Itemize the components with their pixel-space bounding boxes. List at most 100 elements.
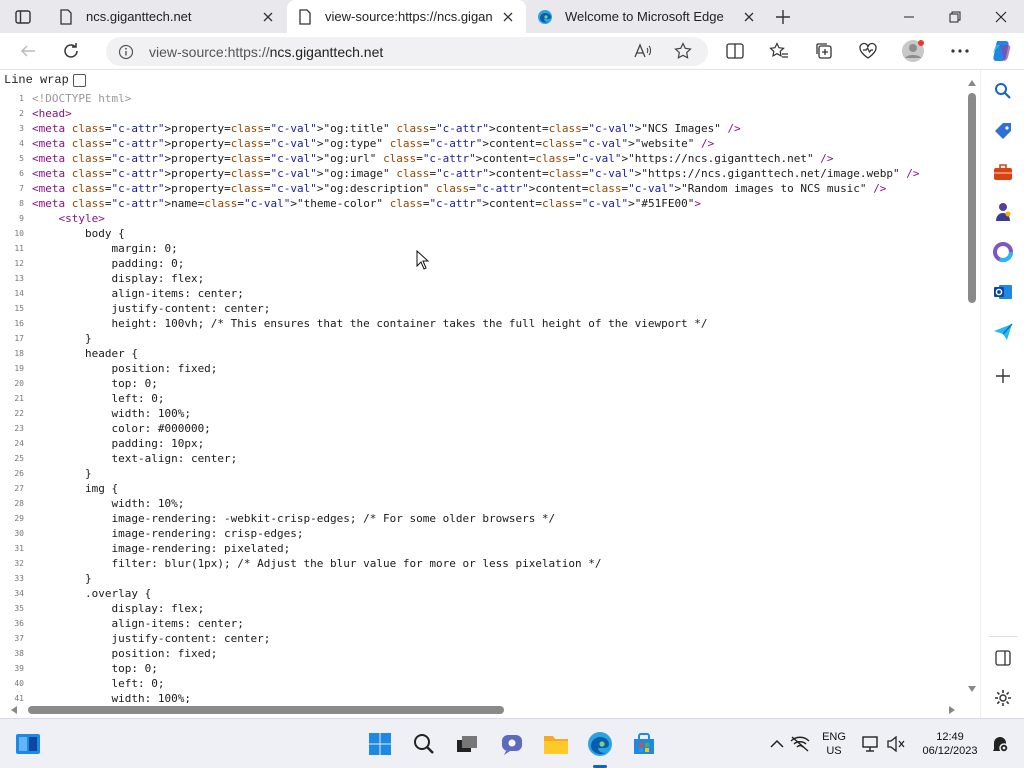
search-icon[interactable] [991,79,1015,103]
task-view-icon[interactable] [453,730,481,758]
tab-ncs[interactable]: ncs.giganttech.net [48,0,286,33]
widgets-icon[interactable] [14,730,42,758]
source-line: 16 height: 100vh; /* This ensures that t… [0,316,964,331]
source-line: 29 image-rendering: -webkit-crisp-edges;… [0,511,964,526]
back-button[interactable] [15,38,41,64]
send-icon[interactable] [991,320,1015,344]
input-language[interactable]: ENG US [818,730,850,758]
browser-essentials-icon[interactable] [855,38,881,64]
horizontal-scroll-thumb[interactable] [28,706,504,714]
view-source-content: Line wrap 1 <!DOCTYPE html> 2 <head> 3 <meta … [0,70,980,718]
line-number: 19 [14,364,24,373]
scroll-up-icon[interactable] [966,77,978,89]
windows-start-icon[interactable] [366,730,394,758]
collections-icon[interactable] [811,38,837,64]
address-bar[interactable]: view-source:https://ncs.giganttech.net [106,37,708,66]
close-icon[interactable] [500,9,516,25]
source-line: 2 <head> [0,106,964,121]
line-code: image-rendering: crisp-edges; [32,527,304,540]
line-code: left: 0; [32,392,165,405]
minimize-button[interactable] [886,0,932,33]
favorite-star-icon[interactable] [670,38,696,64]
line-code: align-items: center; [32,617,244,630]
favorites-icon[interactable] [766,38,792,64]
vertical-scroll-thumb[interactable] [968,93,976,303]
line-code: body { [32,227,125,240]
edge-icon [537,9,553,25]
microsoft-365-icon[interactable] [991,240,1015,264]
teams-chat-icon[interactable] [498,730,526,758]
copilot-icon[interactable] [989,38,1015,64]
line-number: 27 [14,484,24,493]
profile-avatar[interactable] [900,38,926,64]
hide-sidebar-icon[interactable] [991,646,1015,670]
line-number: 4 [19,139,24,148]
line-code: left: 0; [32,677,165,690]
source-line: 24 padding: 10px; [0,436,964,451]
source-line: 25 text-align: center; [0,451,964,466]
line-code: <meta class="c-attr">property=class="c-v… [32,137,715,150]
new-tab-button[interactable] [772,6,794,28]
restore-button[interactable] [932,0,978,33]
scroll-left-icon[interactable] [8,704,20,716]
outlook-icon[interactable] [991,280,1015,304]
scroll-down-icon[interactable] [966,683,978,695]
close-icon[interactable] [741,9,757,25]
edge-browser-icon[interactable] [586,730,614,758]
line-number: 22 [14,409,24,418]
source-line: 7 <meta class="c-attr">property=class="c-… [0,181,964,196]
line-code: text-align: center; [32,452,238,465]
line-code: color: #000000; [32,422,211,435]
tab-view-source[interactable]: view-source:https://ncs.giganttech.net [287,0,526,33]
games-icon[interactable] [991,200,1015,224]
source-code: 1 <!DOCTYPE html> 2 <head> 3 <meta class="c-a… [0,91,964,703]
line-wrap-checkbox[interactable] [72,73,86,87]
close-icon[interactable] [260,9,276,25]
line-number: 23 [14,424,24,433]
line-code: .overlay { [32,587,152,600]
search-icon[interactable] [410,730,438,758]
vertical-scrollbar[interactable] [964,77,980,705]
line-code: top: 0; [32,662,158,675]
line-code: img { [32,482,119,495]
line-code: padding: 0; [32,257,185,270]
line-code: <meta class="c-attr">property=class="c-v… [32,182,887,195]
line-number: 36 [14,619,24,628]
tools-icon[interactable] [991,160,1015,184]
shopping-tag-icon[interactable] [991,120,1015,144]
source-line: 21 left: 0; [0,391,964,406]
microsoft-store-icon[interactable] [630,730,658,758]
scroll-right-icon[interactable] [946,704,958,716]
source-line: 13 display: flex; [0,271,964,286]
clock-time: 12:49 [936,731,964,743]
address-toolbar: view-source:https://ncs.giganttech.net [0,33,1024,70]
refresh-button[interactable] [58,38,84,64]
split-screen-icon[interactable] [722,38,748,64]
line-number: 1 [19,94,24,103]
line-number: 25 [14,454,24,463]
tab-welcome-edge[interactable]: Welcome to Microsoft Edge [527,0,767,33]
horizontal-scrollbar[interactable] [0,702,964,718]
line-code: width: 100%; [32,407,191,420]
volume-muted-icon[interactable] [882,730,910,758]
read-aloud-icon[interactable] [630,38,656,64]
line-number: 2 [19,109,24,118]
line-code: <meta class="c-attr">property=class="c-v… [32,152,834,165]
line-code: filter: blur(1px); /* Adjust the blur va… [32,557,602,570]
more-options-icon[interactable] [947,38,973,64]
source-line: 40 left: 0; [0,676,964,691]
clock[interactable]: 12:49 06/12/2023 [920,730,980,758]
tab-actions-icon[interactable] [12,7,34,27]
line-code: display: flex; [32,272,205,285]
source-line: 18 header { [0,346,964,361]
close-window-button[interactable] [978,0,1024,33]
notification-settings-icon[interactable] [986,730,1014,758]
line-code: margin: 0; [32,242,178,255]
settings-gear-icon[interactable] [991,686,1015,710]
network-icon[interactable] [786,730,814,758]
site-info-icon[interactable] [116,42,135,61]
add-sidebar-app-icon[interactable] [991,364,1015,388]
line-code: } [32,467,92,480]
file-explorer-icon[interactable] [542,730,570,758]
line-wrap-toggle[interactable]: Line wrap [4,73,86,87]
